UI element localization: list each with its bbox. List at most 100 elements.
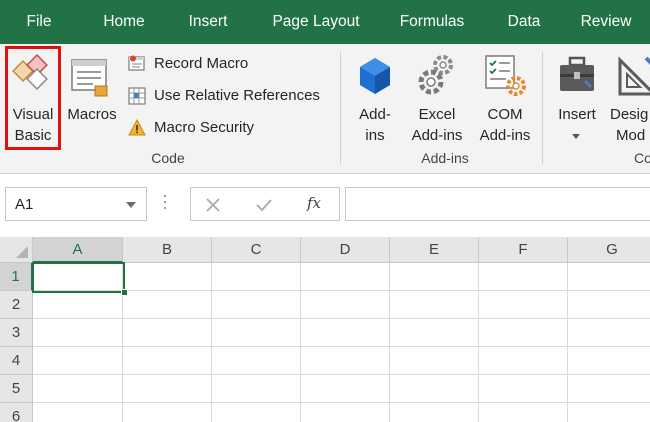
chevron-down-icon[interactable] (126, 202, 136, 208)
cell-c1[interactable] (212, 263, 301, 291)
cell-b3[interactable] (123, 319, 212, 347)
cell-b4[interactable] (123, 347, 212, 375)
tab-page-layout[interactable]: Page Layout (258, 0, 374, 44)
add-ins-button[interactable]: Add- ins (350, 48, 400, 148)
excel-add-ins-button[interactable]: Excel Add-ins (404, 48, 470, 148)
cell-e5[interactable] (390, 375, 479, 403)
com-add-ins-label-line1: COM (487, 106, 523, 123)
cell-b2[interactable] (123, 291, 212, 319)
formula-bar-resize-handle[interactable] (163, 195, 167, 213)
row-header-3[interactable]: 3 (0, 319, 33, 347)
cell-e1[interactable] (390, 263, 479, 291)
column-header-f[interactable]: F (479, 237, 568, 263)
macros-button[interactable]: Macros (63, 48, 121, 148)
row-header-6[interactable]: 6 (0, 403, 33, 422)
cell-b5[interactable] (123, 375, 212, 403)
macros-icon (71, 59, 108, 97)
macro-security-label: Macro Security (154, 119, 255, 136)
cell-g1[interactable] (568, 263, 650, 291)
ribbon-tab-bar: File Home Insert Page Layout Formulas Da… (0, 0, 650, 44)
tab-review[interactable]: Review (570, 0, 642, 44)
com-add-ins-icon (485, 55, 526, 96)
cell-a6[interactable] (33, 403, 123, 422)
column-header-g[interactable]: G (568, 237, 650, 263)
cell-d1[interactable] (301, 263, 390, 291)
cell-d2[interactable] (301, 291, 390, 319)
cell-g4[interactable] (568, 347, 650, 375)
chevron-down-icon (572, 134, 580, 139)
fill-handle[interactable] (121, 289, 128, 296)
record-macro-label: Record Macro (154, 55, 249, 72)
cell-a5[interactable] (33, 375, 123, 403)
row-header-1[interactable]: 1 (0, 263, 33, 291)
cell-d4[interactable] (301, 347, 390, 375)
column-header-b[interactable]: B (123, 237, 212, 263)
row-header-4[interactable]: 4 (0, 347, 33, 375)
cell-g3[interactable] (568, 319, 650, 347)
row-header-2[interactable]: 2 (0, 291, 33, 319)
tab-data[interactable]: Data (496, 0, 552, 44)
cell-a4[interactable] (33, 347, 123, 375)
design-mode-button[interactable]: Desig Mod (608, 48, 650, 148)
tab-formulas[interactable]: Formulas (390, 0, 474, 44)
name-box-value: A1 (15, 196, 34, 213)
cell-d6[interactable] (301, 403, 390, 422)
cell-e2[interactable] (390, 291, 479, 319)
cell-g2[interactable] (568, 291, 650, 319)
cell-a2[interactable] (33, 291, 123, 319)
cell-f1[interactable] (479, 263, 568, 291)
row-header-5[interactable]: 5 (0, 375, 33, 403)
cell-e3[interactable] (390, 319, 479, 347)
enter-check-icon[interactable] (255, 197, 273, 213)
design-mode-label: Desig Mod (610, 104, 650, 146)
tab-file[interactable]: File (14, 0, 64, 44)
cell-g6[interactable] (568, 403, 650, 422)
tab-insert[interactable]: Insert (176, 0, 240, 44)
warning-icon (128, 119, 146, 136)
gears-icon (418, 55, 453, 95)
cell-a3[interactable] (33, 319, 123, 347)
add-ins-label-line2: ins (365, 127, 385, 144)
relative-references-icon (128, 87, 146, 105)
cell-b1[interactable] (123, 263, 212, 291)
excel-add-ins-label: Excel Add-ins (404, 104, 470, 146)
cancel-icon[interactable] (205, 197, 221, 213)
cell-e4[interactable] (390, 347, 479, 375)
excel-add-ins-label-line2: Add-ins (411, 127, 463, 144)
cell-c4[interactable] (212, 347, 301, 375)
cell-d3[interactable] (301, 319, 390, 347)
worksheet-grid: A B C D E F G 1 2 3 4 5 6 (0, 237, 650, 422)
cell-f5[interactable] (479, 375, 568, 403)
insert-function-icon[interactable]: fx (307, 194, 321, 212)
column-header-a[interactable]: A (33, 237, 123, 263)
cell-d5[interactable] (301, 375, 390, 403)
cell-g5[interactable] (568, 375, 650, 403)
column-header-c[interactable]: C (212, 237, 301, 263)
formula-input[interactable] (345, 187, 650, 221)
cell-c3[interactable] (212, 319, 301, 347)
design-mode-label-line2: Mod (616, 127, 646, 144)
group-separator (542, 52, 543, 164)
cell-c5[interactable] (212, 375, 301, 403)
selected-cell[interactable] (32, 262, 128, 296)
design-mode-label-line1: Desig (610, 106, 649, 123)
cell-f4[interactable] (479, 347, 568, 375)
cell-f2[interactable] (479, 291, 568, 319)
select-all-button[interactable] (0, 237, 33, 263)
use-relative-references-label: Use Relative References (154, 87, 320, 104)
name-box[interactable]: A1 (5, 187, 147, 221)
tab-home[interactable]: Home (92, 0, 156, 44)
com-add-ins-button[interactable]: COM Add-ins (472, 48, 538, 148)
column-header-e[interactable]: E (390, 237, 479, 263)
cell-f3[interactable] (479, 319, 568, 347)
cell-c6[interactable] (212, 403, 301, 422)
controls-group-label: Co (634, 150, 650, 166)
insert-control-button[interactable]: Insert (550, 48, 604, 148)
cell-c2[interactable] (212, 291, 301, 319)
cell-e6[interactable] (390, 403, 479, 422)
column-header-d[interactable]: D (301, 237, 390, 263)
group-separator (340, 52, 341, 164)
cell-f6[interactable] (479, 403, 568, 422)
com-add-ins-label: COM Add-ins (472, 104, 538, 146)
cell-b6[interactable] (123, 403, 212, 422)
